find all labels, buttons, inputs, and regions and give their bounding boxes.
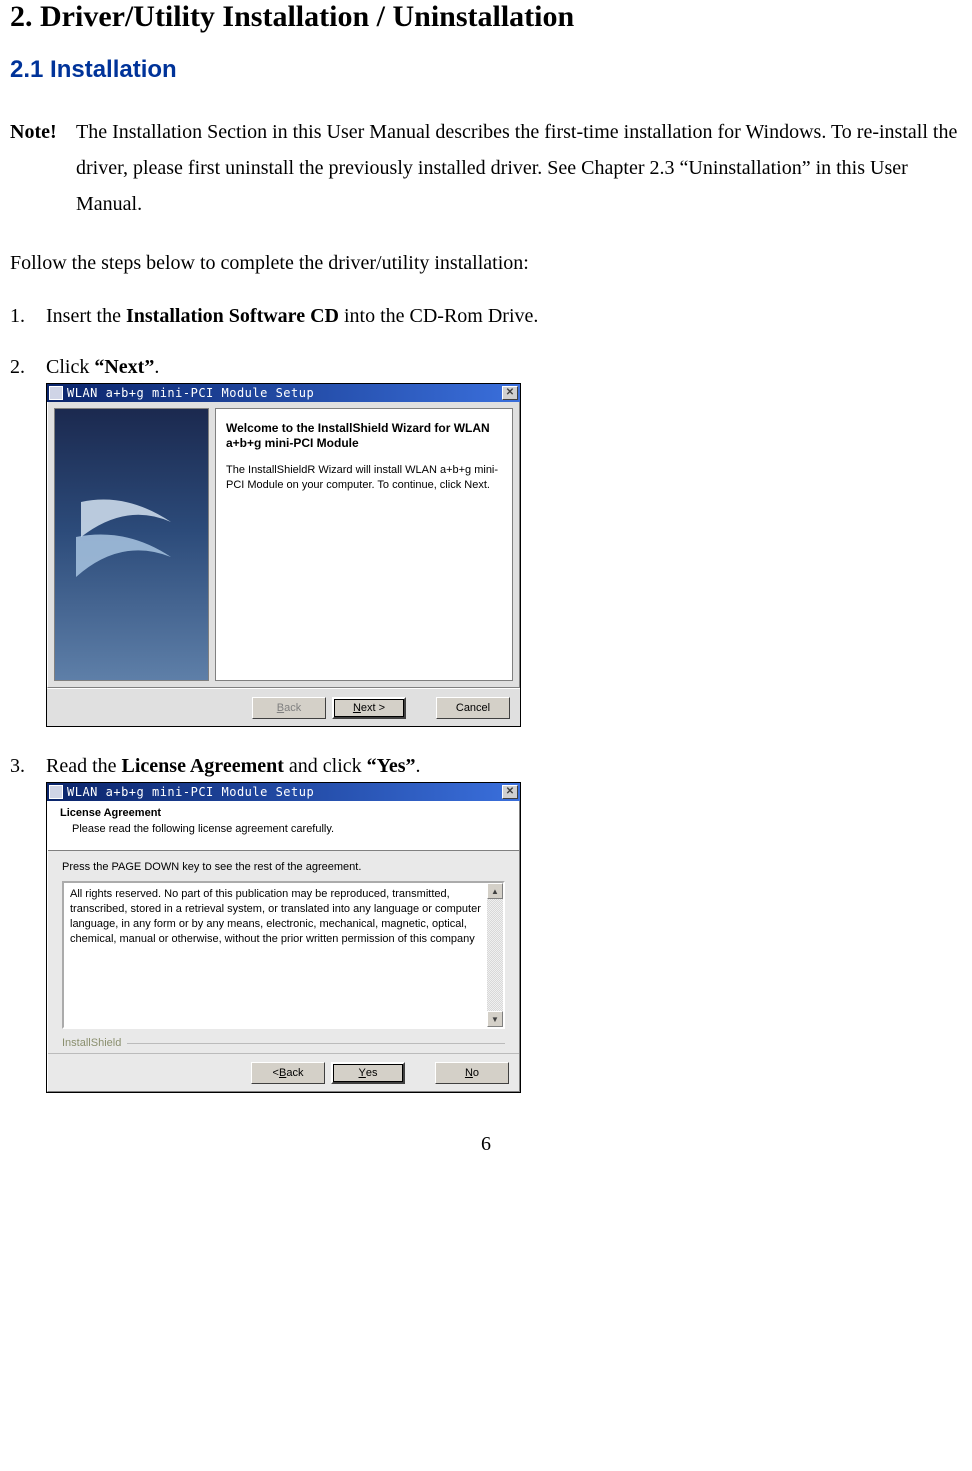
back-button: Back bbox=[252, 697, 326, 719]
step-number: 2. bbox=[10, 356, 46, 379]
page-number: 6 bbox=[10, 1133, 962, 1156]
wizard-header: License Agreement Please read the follow… bbox=[48, 801, 519, 851]
next-button[interactable]: Next > bbox=[332, 697, 406, 719]
window-icon bbox=[49, 785, 63, 799]
step-bold: “Yes” bbox=[367, 755, 416, 777]
installer-window: WLAN a+b+g mini-PCI Module Setup ✕ Welco… bbox=[46, 383, 521, 727]
scroll-up-icon[interactable]: ▲ bbox=[487, 883, 503, 899]
license-textbox[interactable]: All rights reserved. No part of this pub… bbox=[62, 881, 505, 1029]
step-content: Insert the Installation Software CD into… bbox=[46, 305, 538, 328]
step-3: 3. Read the License Agreement and click … bbox=[10, 755, 962, 778]
scrollbar[interactable]: ▲ ▼ bbox=[487, 883, 503, 1027]
window-title: WLAN a+b+g mini-PCI Module Setup bbox=[67, 785, 502, 799]
wizard-header-subtitle: Please read the following license agreem… bbox=[72, 823, 507, 835]
license-text: All rights reserved. No part of this pub… bbox=[64, 883, 487, 1027]
step-text: Read the bbox=[46, 755, 122, 777]
step-number: 1. bbox=[10, 305, 46, 328]
wizard-content: Welcome to the InstallShield Wizard for … bbox=[215, 408, 513, 681]
installer-1-figure: WLAN a+b+g mini-PCI Module Setup ✕ Welco… bbox=[46, 383, 962, 727]
note-label: Note! bbox=[10, 114, 76, 222]
installer-2-figure: WLAN a+b+g mini-PCI Module Setup ✕ Licen… bbox=[46, 782, 962, 1093]
follow-instruction: Follow the steps below to complete the d… bbox=[10, 252, 962, 275]
button-bar: Back Next > Cancel bbox=[47, 688, 520, 726]
installshield-brand: InstallShield bbox=[62, 1037, 121, 1049]
divider bbox=[127, 1043, 505, 1044]
back-button[interactable]: < Back bbox=[251, 1062, 325, 1084]
installer-window: WLAN a+b+g mini-PCI Module Setup ✕ Licen… bbox=[46, 782, 521, 1093]
installshield-logo-icon bbox=[71, 477, 176, 597]
installer-body: Welcome to the InstallShield Wizard for … bbox=[47, 402, 520, 688]
close-button[interactable]: ✕ bbox=[502, 386, 518, 400]
step-bold: Installation Software CD bbox=[126, 305, 339, 327]
installshield-brand-row: InstallShield bbox=[48, 1035, 519, 1053]
scroll-track[interactable] bbox=[487, 899, 503, 1011]
welcome-title: Welcome to the InstallShield Wizard for … bbox=[226, 421, 502, 451]
titlebar: WLAN a+b+g mini-PCI Module Setup ✕ bbox=[47, 384, 520, 402]
wizard-header-title: License Agreement bbox=[60, 807, 507, 819]
scroll-down-icon[interactable]: ▼ bbox=[487, 1011, 503, 1027]
step-content: Read the License Agreement and click “Ye… bbox=[46, 755, 421, 778]
step-bold: “Next” bbox=[94, 356, 154, 378]
step-text: Insert the bbox=[46, 305, 126, 327]
installer-body: License Agreement Please read the follow… bbox=[47, 801, 520, 1092]
wizard-side-image bbox=[54, 408, 209, 681]
welcome-text: The InstallShieldR Wizard will install W… bbox=[226, 463, 502, 493]
step-1: 1. Insert the Installation Software CD i… bbox=[10, 305, 962, 328]
step-text: and click bbox=[284, 755, 367, 777]
step-text: . bbox=[154, 356, 159, 378]
step-content: Click “Next”. bbox=[46, 356, 159, 379]
step-text: into the CD-Rom Drive. bbox=[339, 305, 538, 327]
button-bar: < Back Yes No bbox=[48, 1053, 519, 1091]
yes-button[interactable]: Yes bbox=[331, 1062, 405, 1084]
note-block: Note! The Installation Section in this U… bbox=[10, 114, 962, 222]
wizard-content: Press the PAGE DOWN key to see the rest … bbox=[48, 851, 519, 1035]
step-bold: License Agreement bbox=[122, 755, 284, 777]
close-button[interactable]: ✕ bbox=[502, 785, 518, 799]
step-text: Click bbox=[46, 356, 94, 378]
note-text: The Installation Section in this User Ma… bbox=[76, 114, 962, 222]
heading-main: 2. Driver/Utility Installation / Uninsta… bbox=[10, 0, 962, 34]
window-icon bbox=[49, 386, 63, 400]
step-number: 3. bbox=[10, 755, 46, 778]
window-title: WLAN a+b+g mini-PCI Module Setup bbox=[67, 386, 502, 400]
cancel-button[interactable]: Cancel bbox=[436, 697, 510, 719]
no-button[interactable]: No bbox=[435, 1062, 509, 1084]
titlebar: WLAN a+b+g mini-PCI Module Setup ✕ bbox=[47, 783, 520, 801]
heading-section: 2.1 Installation bbox=[10, 56, 962, 84]
press-pagedown-instruction: Press the PAGE DOWN key to see the rest … bbox=[62, 861, 505, 873]
step-2: 2. Click “Next”. bbox=[10, 356, 962, 379]
step-text: . bbox=[416, 755, 421, 777]
